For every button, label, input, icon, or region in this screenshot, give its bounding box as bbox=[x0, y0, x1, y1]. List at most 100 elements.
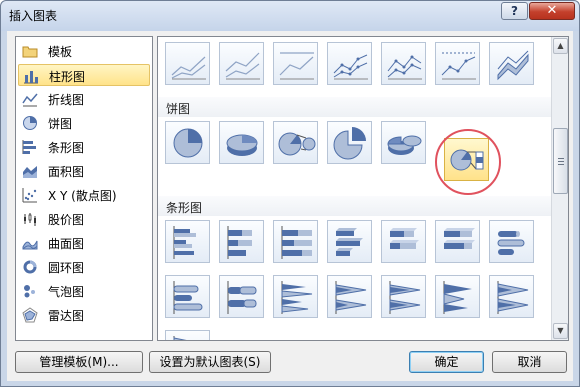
pie-section-title: 饼图 bbox=[166, 102, 191, 116]
stacked-cone-bar-icon bbox=[335, 281, 367, 314]
chart-subtype-gallery: 饼图 条形图 ▲ ▼ bbox=[157, 36, 569, 341]
chart-type-label: 折线图 bbox=[48, 93, 85, 107]
grip-line bbox=[558, 161, 564, 162]
bar-subtype-thumb[interactable] bbox=[327, 275, 372, 318]
bar-subtype-thumb[interactable] bbox=[165, 220, 210, 263]
line-chart-icon bbox=[171, 56, 206, 80]
gallery-scrollbar[interactable]: ▲ ▼ bbox=[551, 37, 568, 340]
scroll-thumb[interactable] bbox=[553, 128, 568, 194]
stock-chart-icon bbox=[24, 213, 36, 226]
line-chart-icon bbox=[441, 52, 476, 80]
chart-type-label: 面积图 bbox=[48, 165, 85, 179]
pie-2d-icon bbox=[173, 128, 203, 158]
chart-type-stock[interactable]: 股价图 bbox=[18, 208, 150, 230]
title-bar: 插入图表 ? ✕ bbox=[1, 1, 579, 31]
pie-subtype-thumb[interactable] bbox=[165, 121, 210, 164]
chart-type-surface[interactable]: 曲面图 bbox=[18, 232, 150, 254]
line-chart-icon bbox=[279, 52, 314, 80]
percent-stacked-bar-icon bbox=[281, 226, 312, 259]
bar-subtype-thumb[interactable] bbox=[489, 220, 534, 263]
line-chart-icon bbox=[387, 55, 422, 80]
grip-line bbox=[558, 158, 564, 159]
bar-subtype-thumb[interactable] bbox=[273, 275, 318, 318]
grip-line bbox=[558, 164, 564, 165]
line-3d-icon bbox=[497, 50, 529, 81]
bar-subtype-thumb[interactable] bbox=[219, 220, 264, 263]
bar-subtype-thumb[interactable] bbox=[381, 275, 426, 318]
insert-chart-dialog: 插入图表 ? ✕ 模板 柱形图 折线图 饼图 条形图 面积图 X Y (散点图)… bbox=[0, 0, 580, 387]
line-chart-icon bbox=[333, 54, 368, 80]
chart-type-scatter[interactable]: X Y (散点图) bbox=[18, 184, 150, 206]
cylinder-bar-icon bbox=[497, 231, 525, 255]
pie-3d-icon bbox=[226, 134, 258, 156]
bar-subtype-thumb[interactable] bbox=[165, 275, 210, 318]
pie-subtype-thumb[interactable] bbox=[219, 121, 264, 164]
chart-type-templates[interactable]: 模板 bbox=[18, 40, 150, 62]
percent-bar-3d-icon bbox=[444, 228, 475, 249]
chart-type-label: 气泡图 bbox=[48, 285, 85, 299]
scroll-up-icon[interactable]: ▲ bbox=[553, 38, 568, 54]
chart-type-label: 雷达图 bbox=[48, 309, 85, 323]
area-chart-icon bbox=[23, 166, 37, 178]
stacked-bar-3d-icon bbox=[390, 228, 419, 249]
pie-subtype-thumb[interactable] bbox=[327, 121, 372, 164]
line-subtype-thumb[interactable] bbox=[435, 42, 480, 85]
chart-type-doughnut[interactable]: 圆环图 bbox=[18, 256, 150, 278]
line-subtype-thumb[interactable] bbox=[165, 42, 210, 85]
clustered-bar-3d-icon bbox=[336, 228, 363, 256]
chart-type-label: 模板 bbox=[48, 45, 73, 59]
scroll-down-icon[interactable]: ▼ bbox=[553, 323, 568, 339]
chart-type-label: 圆环图 bbox=[48, 261, 85, 275]
chart-type-bar[interactable]: 条形图 bbox=[18, 136, 150, 158]
bar-subtype-thumb[interactable] bbox=[219, 275, 264, 318]
manage-templates-button[interactable]: 管理模板(M)... bbox=[15, 351, 143, 373]
chart-type-label: 饼图 bbox=[48, 117, 73, 131]
bar-section-header: 条形图 bbox=[158, 196, 551, 216]
pie-chart-icon bbox=[23, 116, 37, 130]
selection-highlight-circle bbox=[435, 129, 501, 195]
pie-section-header: 饼图 bbox=[158, 97, 551, 117]
scatter-chart-icon bbox=[22, 188, 37, 203]
percent-pyramid-bar-icon bbox=[173, 336, 187, 340]
surface-chart-icon bbox=[22, 240, 38, 250]
dialog-title: 插入图表 bbox=[9, 9, 58, 23]
line-subtype-thumb[interactable] bbox=[489, 42, 534, 85]
percent-cone-bar-icon bbox=[389, 281, 421, 314]
cancel-button[interactable]: 取消 bbox=[492, 351, 567, 373]
chart-type-pie[interactable]: 饼图 bbox=[18, 112, 150, 134]
set-default-chart-button[interactable]: 设置为默认图表(S) bbox=[149, 351, 271, 373]
stacked-bar-icon bbox=[227, 226, 252, 259]
chart-type-area[interactable]: 面积图 bbox=[18, 160, 150, 182]
chart-type-label: X Y (散点图) bbox=[48, 189, 117, 203]
chart-type-label: 条形图 bbox=[48, 141, 85, 155]
line-subtype-thumb[interactable] bbox=[219, 42, 264, 85]
stacked-pyramid-bar-icon bbox=[497, 281, 529, 314]
bar-subtype-thumb[interactable] bbox=[435, 275, 480, 318]
close-button[interactable]: ✕ bbox=[529, 2, 575, 20]
chart-type-column[interactable]: 柱形图 bbox=[18, 64, 150, 86]
pyramid-bar-icon bbox=[443, 281, 472, 314]
help-button[interactable]: ? bbox=[501, 2, 528, 20]
ok-button[interactable]: 确定 bbox=[409, 351, 484, 373]
chart-type-line[interactable]: 折线图 bbox=[18, 88, 150, 110]
bar-section-title: 条形图 bbox=[166, 201, 203, 215]
cone-bar-icon bbox=[281, 281, 313, 314]
line-subtype-thumb[interactable] bbox=[381, 42, 426, 85]
bar-subtype-thumb[interactable] bbox=[327, 220, 372, 263]
bubble-chart-icon bbox=[24, 285, 35, 298]
chart-type-label: 曲面图 bbox=[48, 237, 85, 251]
pie-subtype-thumb[interactable] bbox=[273, 121, 318, 164]
chart-type-radar[interactable]: 雷达图 bbox=[18, 304, 150, 326]
pie-subtype-thumb[interactable] bbox=[381, 121, 426, 164]
doughnut-chart-icon bbox=[23, 260, 37, 274]
bar-subtype-thumb[interactable] bbox=[435, 220, 480, 263]
bar-subtype-thumb[interactable] bbox=[273, 220, 318, 263]
line-subtype-thumb[interactable] bbox=[273, 42, 318, 85]
bar-subtype-thumb[interactable] bbox=[165, 330, 210, 340]
bar-subtype-thumb[interactable] bbox=[381, 220, 426, 263]
bar-subtype-thumb[interactable] bbox=[489, 275, 534, 318]
line-subtype-thumb[interactable] bbox=[327, 42, 372, 85]
chart-type-bubble[interactable]: 气泡图 bbox=[18, 280, 150, 302]
line-chart-icon bbox=[22, 93, 38, 107]
chart-type-label: 股价图 bbox=[48, 213, 85, 227]
